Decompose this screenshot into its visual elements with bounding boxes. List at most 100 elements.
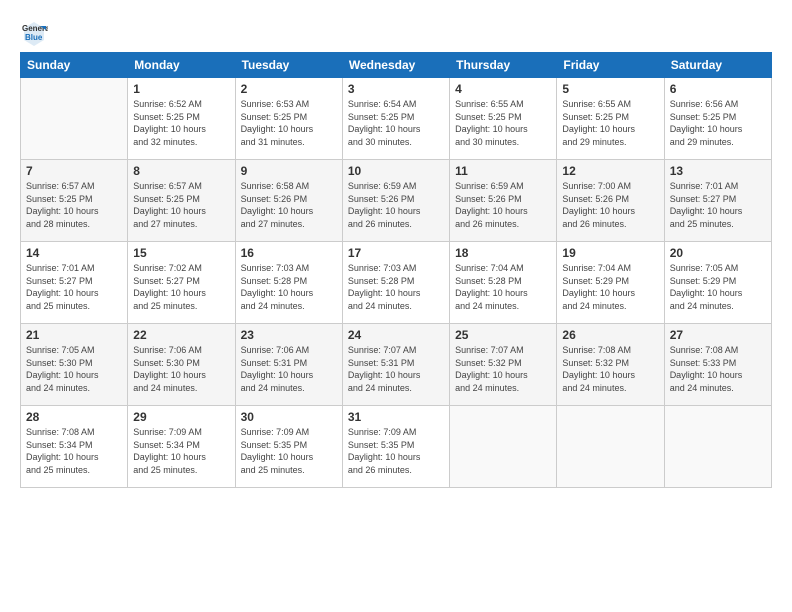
day-number: 15 — [133, 246, 229, 260]
day-number: 29 — [133, 410, 229, 424]
day-number: 4 — [455, 82, 551, 96]
calendar-table: SundayMondayTuesdayWednesdayThursdayFrid… — [20, 52, 772, 488]
day-cell: 6 Sunrise: 6:56 AMSunset: 5:25 PMDaylight… — [664, 78, 771, 160]
day-cell: 10Sunrise: 6:59 AMSunset: 5:26 PMDayligh… — [342, 160, 449, 242]
day-number: 11 — [455, 164, 551, 178]
day-cell: 30Sunrise: 7:09 AMSunset: 5:35 PMDayligh… — [235, 406, 342, 488]
day-info: Sunrise: 7:06 AMSunset: 5:30 PMDaylight:… — [133, 344, 229, 394]
day-cell: 8 Sunrise: 6:57 AMSunset: 5:25 PMDaylight… — [128, 160, 235, 242]
day-number: 17 — [348, 246, 444, 260]
day-cell: 11 Sunrise: 6:59 AMSunset: 5:26 PMDayligh… — [450, 160, 557, 242]
day-cell: 21 Sunrise: 7:05 AMSunset: 5:30 PMDayligh… — [21, 324, 128, 406]
day-cell — [21, 78, 128, 160]
day-number: 8 — [133, 164, 229, 178]
day-cell — [557, 406, 664, 488]
day-number: 21 — [26, 328, 122, 342]
col-header-friday: Friday — [557, 53, 664, 78]
day-info: Sunrise: 7:08 AMSunset: 5:34 PMDaylight:… — [26, 426, 122, 476]
day-info: Sunrise: 7:00 AMSunset: 5:26 PMDaylight:… — [562, 180, 658, 230]
day-cell: 28 Sunrise: 7:08 AMSunset: 5:34 PMDayligh… — [21, 406, 128, 488]
day-info: Sunrise: 6:52 AMSunset: 5:25 PMDaylight:… — [133, 98, 229, 148]
day-info: Sunrise: 7:09 AMSunset: 5:35 PMDaylight:… — [348, 426, 444, 476]
day-cell: 17Sunrise: 7:03 AMSunset: 5:28 PMDayligh… — [342, 242, 449, 324]
col-header-wednesday: Wednesday — [342, 53, 449, 78]
day-info: Sunrise: 7:05 AMSunset: 5:29 PMDaylight:… — [670, 262, 766, 312]
day-number: 24 — [348, 328, 444, 342]
day-number: 14 — [26, 246, 122, 260]
day-info: Sunrise: 7:08 AMSunset: 5:33 PMDaylight:… — [670, 344, 766, 394]
day-info: Sunrise: 7:08 AMSunset: 5:32 PMDaylight:… — [562, 344, 658, 394]
day-cell: 22 Sunrise: 7:06 AMSunset: 5:30 PMDayligh… — [128, 324, 235, 406]
day-cell: 4 Sunrise: 6:55 AMSunset: 5:25 PMDaylight… — [450, 78, 557, 160]
day-number: 18 — [455, 246, 551, 260]
day-number: 19 — [562, 246, 658, 260]
logo: General Blue — [20, 18, 52, 46]
day-number: 16 — [241, 246, 337, 260]
day-cell: 20 Sunrise: 7:05 AMSunset: 5:29 PMDayligh… — [664, 242, 771, 324]
day-cell: 2 Sunrise: 6:53 AMSunset: 5:25 PMDaylight… — [235, 78, 342, 160]
day-info: Sunrise: 7:05 AMSunset: 5:30 PMDaylight:… — [26, 344, 122, 394]
day-number: 12 — [562, 164, 658, 178]
day-cell: 12 Sunrise: 7:00 AMSunset: 5:26 PMDayligh… — [557, 160, 664, 242]
week-row-3: 14Sunrise: 7:01 AMSunset: 5:27 PMDayligh… — [21, 242, 772, 324]
day-info: Sunrise: 6:59 AMSunset: 5:26 PMDaylight:… — [455, 180, 551, 230]
day-info: Sunrise: 7:04 AMSunset: 5:29 PMDaylight:… — [562, 262, 658, 312]
day-number: 20 — [670, 246, 766, 260]
day-number: 10 — [348, 164, 444, 178]
day-info: Sunrise: 6:55 AMSunset: 5:25 PMDaylight:… — [455, 98, 551, 148]
day-number: 25 — [455, 328, 551, 342]
day-cell: 27Sunrise: 7:08 AMSunset: 5:33 PMDayligh… — [664, 324, 771, 406]
day-number: 31 — [348, 410, 444, 424]
col-header-tuesday: Tuesday — [235, 53, 342, 78]
day-info: Sunrise: 6:55 AMSunset: 5:25 PMDaylight:… — [562, 98, 658, 148]
day-info: Sunrise: 6:53 AMSunset: 5:25 PMDaylight:… — [241, 98, 337, 148]
day-cell: 14Sunrise: 7:01 AMSunset: 5:27 PMDayligh… — [21, 242, 128, 324]
day-info: Sunrise: 6:57 AMSunset: 5:25 PMDaylight:… — [133, 180, 229, 230]
day-info: Sunrise: 7:06 AMSunset: 5:31 PMDaylight:… — [241, 344, 337, 394]
header: General Blue — [20, 18, 772, 46]
day-number: 23 — [241, 328, 337, 342]
day-cell: 25 Sunrise: 7:07 AMSunset: 5:32 PMDayligh… — [450, 324, 557, 406]
day-info: Sunrise: 7:01 AMSunset: 5:27 PMDaylight:… — [670, 180, 766, 230]
logo-icon: General Blue — [20, 18, 48, 46]
day-cell: 18Sunrise: 7:04 AMSunset: 5:28 PMDayligh… — [450, 242, 557, 324]
day-cell: 31 Sunrise: 7:09 AMSunset: 5:35 PMDayligh… — [342, 406, 449, 488]
day-cell: 15 Sunrise: 7:02 AMSunset: 5:27 PMDayligh… — [128, 242, 235, 324]
day-number: 7 — [26, 164, 122, 178]
day-number: 5 — [562, 82, 658, 96]
day-number: 30 — [241, 410, 337, 424]
day-info: Sunrise: 7:02 AMSunset: 5:27 PMDaylight:… — [133, 262, 229, 312]
week-row-1: 1 Sunrise: 6:52 AMSunset: 5:25 PMDaylight… — [21, 78, 772, 160]
day-number: 2 — [241, 82, 337, 96]
day-number: 3 — [348, 82, 444, 96]
day-cell: 5 Sunrise: 6:55 AMSunset: 5:25 PMDaylight… — [557, 78, 664, 160]
day-cell: 16 Sunrise: 7:03 AMSunset: 5:28 PMDayligh… — [235, 242, 342, 324]
day-cell: 26 Sunrise: 7:08 AMSunset: 5:32 PMDayligh… — [557, 324, 664, 406]
day-info: Sunrise: 6:54 AMSunset: 5:25 PMDaylight:… — [348, 98, 444, 148]
day-cell: 1 Sunrise: 6:52 AMSunset: 5:25 PMDaylight… — [128, 78, 235, 160]
day-number: 6 — [670, 82, 766, 96]
week-row-2: 7 Sunrise: 6:57 AMSunset: 5:25 PMDaylight… — [21, 160, 772, 242]
col-header-saturday: Saturday — [664, 53, 771, 78]
day-number: 1 — [133, 82, 229, 96]
header-row: SundayMondayTuesdayWednesdayThursdayFrid… — [21, 53, 772, 78]
week-row-4: 21 Sunrise: 7:05 AMSunset: 5:30 PMDayligh… — [21, 324, 772, 406]
day-number: 28 — [26, 410, 122, 424]
day-cell: 19 Sunrise: 7:04 AMSunset: 5:29 PMDayligh… — [557, 242, 664, 324]
day-cell: 24 Sunrise: 7:07 AMSunset: 5:31 PMDayligh… — [342, 324, 449, 406]
day-cell: 29Sunrise: 7:09 AMSunset: 5:34 PMDayligh… — [128, 406, 235, 488]
calendar-page: General Blue SundayMondayTuesdayWednesda… — [0, 0, 792, 612]
day-cell: 7Sunrise: 6:57 AMSunset: 5:25 PMDaylight… — [21, 160, 128, 242]
day-info: Sunrise: 7:03 AMSunset: 5:28 PMDaylight:… — [241, 262, 337, 312]
day-number: 9 — [241, 164, 337, 178]
day-cell — [450, 406, 557, 488]
day-number: 26 — [562, 328, 658, 342]
col-header-sunday: Sunday — [21, 53, 128, 78]
day-cell: 9Sunrise: 6:58 AMSunset: 5:26 PMDaylight… — [235, 160, 342, 242]
day-info: Sunrise: 7:07 AMSunset: 5:31 PMDaylight:… — [348, 344, 444, 394]
day-info: Sunrise: 6:56 AMSunset: 5:25 PMDaylight:… — [670, 98, 766, 148]
day-info: Sunrise: 7:07 AMSunset: 5:32 PMDaylight:… — [455, 344, 551, 394]
day-number: 22 — [133, 328, 229, 342]
week-row-5: 28 Sunrise: 7:08 AMSunset: 5:34 PMDayligh… — [21, 406, 772, 488]
day-cell: 3 Sunrise: 6:54 AMSunset: 5:25 PMDaylight… — [342, 78, 449, 160]
